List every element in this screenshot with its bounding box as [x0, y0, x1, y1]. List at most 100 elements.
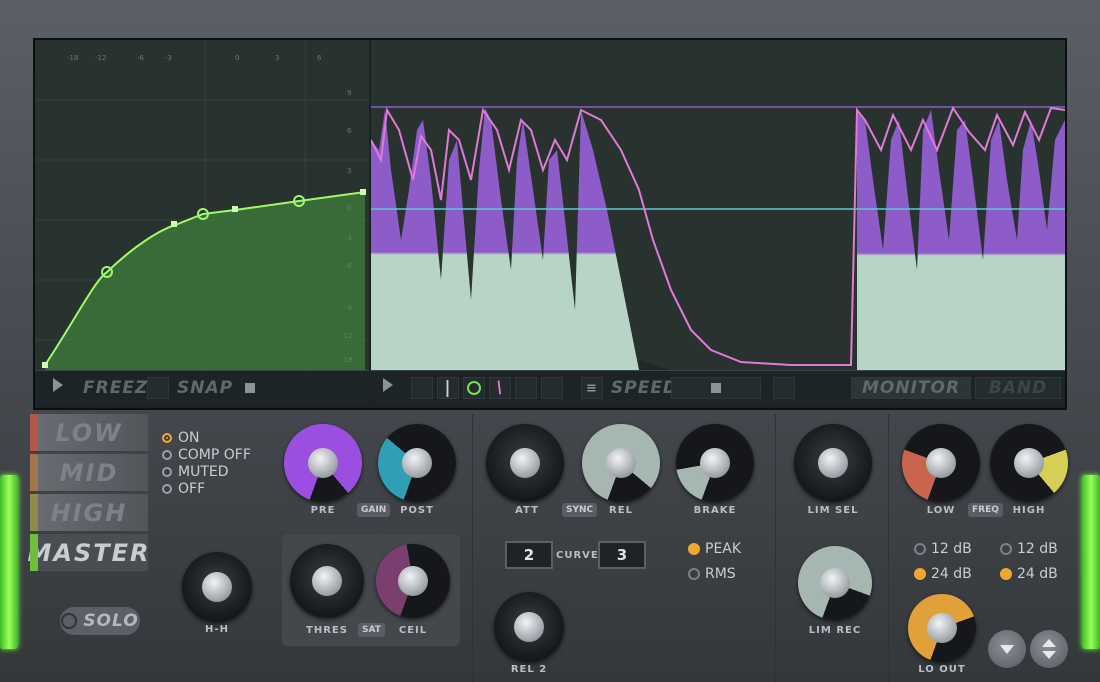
transfer-curve-graph[interactable]: -18 -12 -6 -3 0 3 6 9 6 3 0 -3 -6 -9 -12… — [35, 40, 369, 370]
attack-curve-field[interactable]: 2 — [505, 541, 553, 569]
divider — [775, 414, 776, 682]
speed-slider[interactable] — [671, 377, 761, 399]
mode-comp-off[interactable]: COMP OFF — [162, 447, 251, 463]
chevron-up-down-icon — [1042, 639, 1056, 647]
tick-right: -18 — [341, 356, 352, 364]
high-slope-12[interactable]: 12 dB — [1000, 541, 1058, 557]
radio-dot — [914, 543, 926, 555]
waveform-area-2 — [857, 110, 1065, 370]
curve-handle[interactable] — [171, 221, 177, 227]
mode-label: ON — [178, 430, 200, 446]
slider-handle-icon — [711, 383, 721, 393]
pre-gain-knob[interactable] — [284, 424, 362, 502]
solo-button[interactable]: SOLO — [60, 607, 140, 635]
low-crossover-label: LOW — [926, 505, 956, 516]
brake-knob[interactable] — [676, 424, 754, 502]
band-button[interactable]: BAND — [975, 377, 1061, 399]
radio-dot — [162, 433, 172, 443]
radio-dot — [688, 568, 700, 580]
detect-peak[interactable]: PEAK — [688, 541, 741, 557]
tick-top: -12 — [95, 54, 106, 62]
slope-label: 24 dB — [931, 566, 972, 582]
high-slope-24[interactable]: 24 dB — [1000, 566, 1058, 582]
preset-menu-button[interactable] — [1030, 630, 1068, 668]
band-low[interactable]: LOW — [30, 414, 148, 452]
low-slope-12[interactable]: 12 dB — [914, 541, 972, 557]
cursor-tool-icon[interactable]: | — [437, 377, 459, 399]
pre-label: PRE — [310, 505, 336, 516]
tool-button[interactable] — [541, 377, 563, 399]
hold-knob[interactable] — [182, 552, 252, 622]
curve-handle[interactable] — [42, 362, 48, 368]
sync-button[interactable]: SYNC — [562, 503, 598, 517]
mode-muted[interactable]: MUTED — [162, 464, 229, 480]
waveform-area — [371, 108, 639, 370]
band-label: MID — [59, 458, 119, 487]
play-icon[interactable] — [383, 378, 393, 392]
release-knob[interactable] — [582, 424, 660, 502]
knob-cap — [927, 613, 957, 643]
band-mid[interactable]: MID — [30, 454, 148, 492]
curve-handle[interactable] — [360, 189, 366, 195]
slope-label: 12 dB — [1017, 541, 1058, 557]
tool-button[interactable] — [773, 377, 795, 399]
mode-label: COMP OFF — [178, 447, 251, 463]
detect-label: PEAK — [705, 541, 742, 557]
knob-cap — [514, 612, 544, 642]
ceiling-knob[interactable] — [376, 544, 450, 618]
band-color-mark — [30, 454, 38, 491]
post-gain-knob[interactable] — [378, 424, 456, 502]
waveform-tail — [639, 360, 671, 370]
knob-cap — [700, 448, 730, 478]
low-output-knob[interactable] — [908, 594, 976, 662]
curve-tool-icon[interactable]: \ — [489, 377, 511, 399]
release-curve-field[interactable]: 3 — [598, 541, 646, 569]
detect-label: RMS — [705, 566, 736, 582]
detect-rms[interactable]: RMS — [688, 566, 736, 582]
gain-link-button[interactable]: GAIN — [357, 503, 391, 517]
threshold-knob[interactable] — [290, 544, 364, 618]
chevron-down-icon — [1000, 645, 1014, 654]
low-crossover-knob[interactable] — [902, 424, 980, 502]
curve-handle[interactable] — [232, 206, 238, 212]
waveform-monitor[interactable] — [370, 40, 1066, 370]
circle-tool-button[interactable] — [463, 377, 485, 399]
low-slope-24[interactable]: 24 dB — [914, 566, 972, 582]
preset-down-button[interactable] — [988, 630, 1026, 668]
snap-toggle-icon[interactable] — [245, 383, 255, 393]
knob-cap — [202, 572, 232, 602]
tick-right: 3 — [347, 167, 351, 175]
knob-cap — [402, 448, 432, 478]
limiter-recovery-label: LIM REC — [808, 625, 862, 636]
tool-button[interactable] — [515, 377, 537, 399]
tick-right: -9 — [345, 304, 352, 312]
release-2-knob[interactable] — [494, 592, 564, 662]
attack-label: ATT — [515, 505, 539, 516]
radio-dot — [162, 450, 172, 460]
limiter-recovery-knob[interactable] — [798, 546, 872, 620]
ceiling-label: CEIL — [398, 625, 428, 636]
mode-on[interactable]: ON — [162, 430, 200, 446]
monitor-button[interactable]: MONITOR — [851, 377, 971, 399]
band-label: MASTER — [27, 538, 151, 567]
menu-icon[interactable]: ≡ — [581, 377, 603, 399]
hold-label: H-H — [205, 624, 229, 635]
limiter-select-knob[interactable] — [794, 424, 872, 502]
low-output-label: LO OUT — [918, 664, 966, 675]
band-high[interactable]: HIGH — [30, 494, 148, 532]
play-icon[interactable] — [53, 378, 63, 392]
attack-knob[interactable] — [486, 424, 564, 502]
tick-right: -6 — [345, 262, 353, 270]
saturation-button[interactable]: SAT — [358, 623, 385, 637]
snap-button[interactable]: SNAP — [177, 377, 233, 399]
band-label: HIGH — [50, 498, 128, 527]
crossover-freq-button[interactable]: FREQ — [968, 503, 1003, 517]
freeze-toggle[interactable] — [147, 377, 169, 399]
band-master[interactable]: MASTER — [27, 534, 151, 572]
tool-button[interactable] — [411, 377, 433, 399]
high-crossover-knob[interactable] — [990, 424, 1068, 502]
right-level-meter — [1082, 475, 1100, 649]
tick-top: 3 — [275, 54, 279, 62]
mode-off[interactable]: OFF — [162, 481, 205, 497]
knob-cap — [818, 448, 848, 478]
